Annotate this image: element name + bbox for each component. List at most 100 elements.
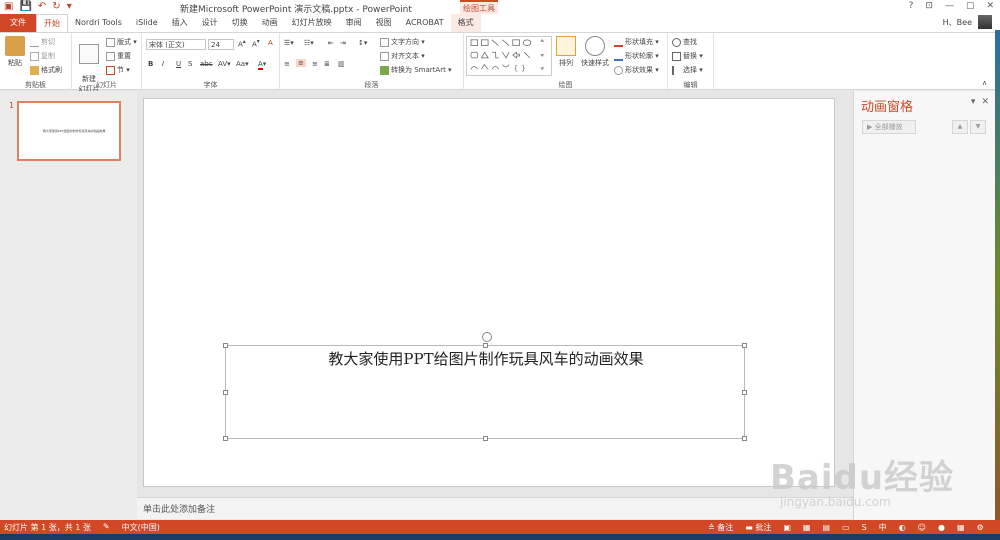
section-button[interactable]: 节 ▾ — [106, 65, 130, 75]
punctuation-icon[interactable]: ◐ — [899, 523, 906, 532]
tab-view[interactable]: 视图 — [369, 14, 399, 32]
move-up-button[interactable]: ▲ — [952, 120, 968, 134]
replace-button[interactable]: 替换 ▾ — [672, 51, 703, 61]
bold-button[interactable]: B — [148, 60, 153, 68]
shapes-gallery[interactable]: { } — [466, 36, 552, 76]
tab-nordri-tools[interactable]: Nordri Tools — [68, 14, 129, 32]
tab-design[interactable]: 设计 — [195, 14, 225, 32]
ime-icon[interactable]: S — [862, 523, 867, 532]
play-all-button[interactable]: ▶ 全部播放 — [862, 120, 916, 134]
user-account[interactable]: H、Bee — [943, 15, 992, 29]
pane-options-icon[interactable]: ▾ — [971, 97, 976, 107]
resize-handle-bc[interactable] — [483, 436, 488, 441]
language-indicator[interactable]: 中文(中国) — [122, 522, 160, 533]
strikethrough-button[interactable]: abc — [200, 60, 213, 68]
reading-view-icon[interactable]: ▤ — [822, 523, 830, 532]
move-down-button[interactable]: ▼ — [970, 120, 986, 134]
font-size-select[interactable]: 24 — [208, 39, 234, 50]
emoji-icon[interactable]: ☺ — [918, 523, 926, 532]
mic-icon[interactable]: ● — [938, 523, 945, 532]
font-name-select[interactable]: 宋体 (正文) — [146, 39, 206, 50]
text-direction-button[interactable]: 文字方向 ▾ — [380, 37, 425, 47]
collapse-ribbon-icon[interactable]: ∧ — [982, 79, 987, 87]
customize-qat-icon[interactable]: ▾ — [67, 1, 72, 12]
align-left-icon[interactable]: ≡ — [284, 60, 290, 68]
notes-pane[interactable]: 单击此处添加备注 — [137, 497, 853, 519]
copy-button[interactable]: 复制 — [30, 51, 55, 61]
find-button[interactable]: 查找 — [672, 37, 697, 47]
columns-icon[interactable]: ▥ — [338, 60, 345, 68]
resize-handle-br[interactable] — [742, 436, 747, 441]
save-icon[interactable]: 💾 — [19, 1, 31, 12]
title-textbox[interactable]: 教大家使用PPT给图片制作玩具风车的动画效果 — [223, 332, 747, 441]
tab-slideshow[interactable]: 幻灯片放映 — [285, 14, 339, 32]
format-painter-button[interactable]: 格式刷 — [30, 65, 62, 75]
notes-toggle[interactable]: ≙ 备注 — [708, 522, 733, 533]
align-right-icon[interactable]: ≡ — [312, 60, 318, 68]
slide-canvas[interactable]: 教大家使用PPT给图片制作玩具风车的动画效果 — [143, 98, 835, 487]
spacing-button[interactable]: AV▾ — [218, 60, 231, 68]
tab-transitions[interactable]: 切换 — [225, 14, 255, 32]
minimize-button[interactable]: — — [945, 1, 954, 11]
font-color-button[interactable]: A▾ — [258, 60, 266, 70]
tab-islide[interactable]: iSlide — [129, 14, 165, 32]
resize-handle-tl[interactable] — [223, 343, 228, 348]
underline-button[interactable]: U — [176, 60, 181, 68]
tab-home[interactable]: 开始 — [36, 14, 68, 32]
line-spacing-icon[interactable]: ↕▾ — [358, 39, 367, 47]
redo-icon[interactable]: ↻ — [52, 1, 60, 12]
shadow-button[interactable]: S — [188, 60, 192, 68]
tab-format[interactable]: 格式 — [450, 14, 481, 32]
undo-icon[interactable]: ↶ — [38, 1, 46, 12]
change-case-button[interactable]: Aa▾ — [236, 60, 249, 68]
shape-fill-button[interactable]: 形状填充 ▾ — [614, 37, 659, 47]
resize-handle-bl[interactable] — [223, 436, 228, 441]
tab-review[interactable]: 审阅 — [339, 14, 369, 32]
decrease-indent-icon[interactable]: ⇤ — [328, 39, 334, 47]
tab-file[interactable]: 文件 — [0, 14, 36, 32]
grow-font-icon[interactable]: A▴ — [238, 39, 246, 48]
paste-button[interactable]: 粘贴 — [4, 36, 26, 68]
smartart-button[interactable]: 转换为 SmartArt ▾ — [380, 65, 452, 75]
slideshow-view-icon[interactable]: ▭ — [842, 523, 850, 532]
cut-button[interactable]: 剪切 — [30, 37, 55, 47]
arrange-button[interactable]: 排列 — [556, 36, 576, 68]
ribbon-display-button[interactable]: ⊡ — [925, 1, 933, 11]
clear-format-icon[interactable]: A — [268, 39, 273, 47]
shape-outline-button[interactable]: 形状轮廓 ▾ — [614, 51, 659, 61]
numbering-icon[interactable]: ☷▾ — [304, 39, 314, 47]
resize-handle-tc[interactable] — [483, 343, 488, 348]
resize-handle-mr[interactable] — [742, 390, 747, 395]
normal-view-icon[interactable]: ▣ — [783, 523, 791, 532]
tab-insert[interactable]: 插入 — [165, 14, 195, 32]
sorter-view-icon[interactable]: ▦ — [803, 523, 811, 532]
shrink-font-icon[interactable]: A▾ — [252, 39, 260, 48]
increase-indent-icon[interactable]: ⇥ — [340, 39, 346, 47]
comments-toggle[interactable]: ▬ 批注 — [745, 522, 771, 533]
reset-button[interactable]: 重置 — [106, 51, 131, 61]
spellcheck-icon[interactable]: ✎ — [103, 522, 110, 533]
resize-handle-tr[interactable] — [742, 343, 747, 348]
ime-chinese-icon[interactable]: 中 — [879, 522, 887, 533]
maximize-button[interactable]: ▢ — [966, 1, 975, 11]
user-name[interactable]: H、Bee — [943, 17, 972, 28]
shape-effects-button[interactable]: 形状效果 ▾ — [614, 65, 659, 75]
tab-acrobat[interactable]: ACROBAT — [399, 14, 451, 32]
italic-button[interactable]: I — [162, 60, 164, 68]
avatar[interactable] — [978, 15, 992, 29]
bullets-icon[interactable]: ☰▾ — [284, 39, 294, 47]
layout-button[interactable]: 版式 ▾ — [106, 37, 137, 47]
settings-icon[interactable]: ⚙ — [977, 523, 984, 532]
resize-handle-ml[interactable] — [223, 390, 228, 395]
align-text-button[interactable]: 对齐文本 ▾ — [380, 51, 425, 61]
keyboard-icon[interactable]: ▦ — [957, 523, 965, 532]
select-button[interactable]: 选择 ▾ — [672, 65, 703, 75]
help-button[interactable]: ? — [909, 1, 914, 11]
justify-icon[interactable]: ≣ — [324, 60, 330, 68]
align-center-icon[interactable]: ≡ — [296, 59, 306, 67]
rotate-handle[interactable] — [482, 332, 492, 342]
slide-thumbnail[interactable]: 教大家使用PPT给图片制作玩具风车的动画效果 — [17, 101, 121, 161]
quick-styles-button[interactable]: 快速样式 — [578, 36, 612, 68]
slide-title[interactable]: 教大家使用PPT给图片制作玩具风车的动画效果 — [226, 348, 746, 369]
pane-close-icon[interactable]: ✕ — [981, 97, 989, 107]
